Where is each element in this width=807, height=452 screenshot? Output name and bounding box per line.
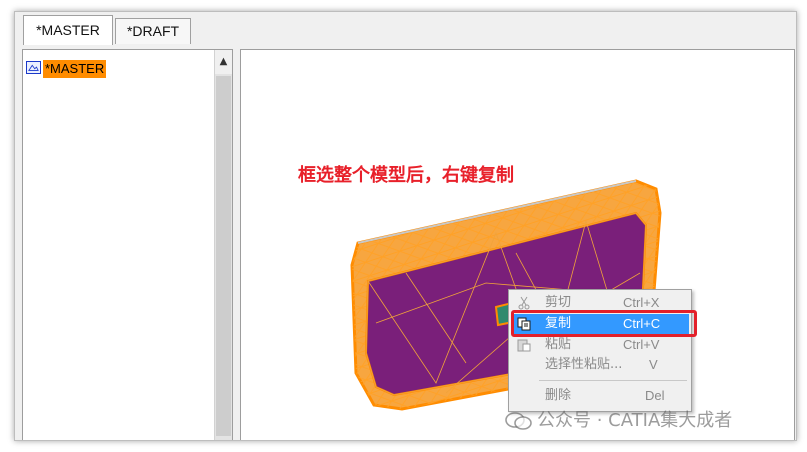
menu-item-paste-special[interactable]: 选择性粘贴... V bbox=[511, 355, 689, 375]
paste-icon bbox=[517, 339, 531, 352]
menu-separator bbox=[539, 380, 687, 381]
menu-item-delete[interactable]: 删除 Del bbox=[511, 386, 689, 406]
specification-tree: *MASTER ▲ bbox=[22, 49, 233, 440]
tab-bar: *MASTER *DRAFT bbox=[15, 12, 796, 45]
wechat-icon bbox=[505, 412, 532, 430]
menu-item-label: 粘贴 bbox=[545, 337, 572, 352]
menu-item-label: 删除 bbox=[545, 388, 572, 403]
menu-item-shortcut: Del bbox=[645, 388, 665, 403]
tab-draft[interactable]: *DRAFT bbox=[115, 18, 191, 44]
scroll-up-arrow-icon[interactable]: ▲ bbox=[215, 50, 232, 74]
menu-item-shortcut: V bbox=[649, 357, 658, 372]
context-menu: 剪切 Ctrl+X 复制 Ctrl+C 粘贴 Ctrl+V 选择性粘贴... V… bbox=[508, 289, 692, 412]
tree-scrollbar[interactable]: ▲ bbox=[214, 50, 232, 440]
product-node-icon bbox=[26, 61, 41, 74]
scissors-icon bbox=[518, 296, 530, 310]
scroll-thumb[interactable] bbox=[216, 76, 231, 436]
menu-item-label: 选择性粘贴... bbox=[545, 357, 623, 372]
menu-item-paste[interactable]: 粘贴 Ctrl+V bbox=[511, 335, 689, 355]
tab-master[interactable]: *MASTER bbox=[23, 15, 113, 45]
watermark-text: 公众号 · CATIA集大成者 bbox=[537, 410, 733, 431]
copy-callout-box bbox=[511, 310, 697, 337]
tree-node-label: *MASTER bbox=[43, 60, 107, 78]
menu-item-shortcut: Ctrl+V bbox=[623, 337, 660, 352]
